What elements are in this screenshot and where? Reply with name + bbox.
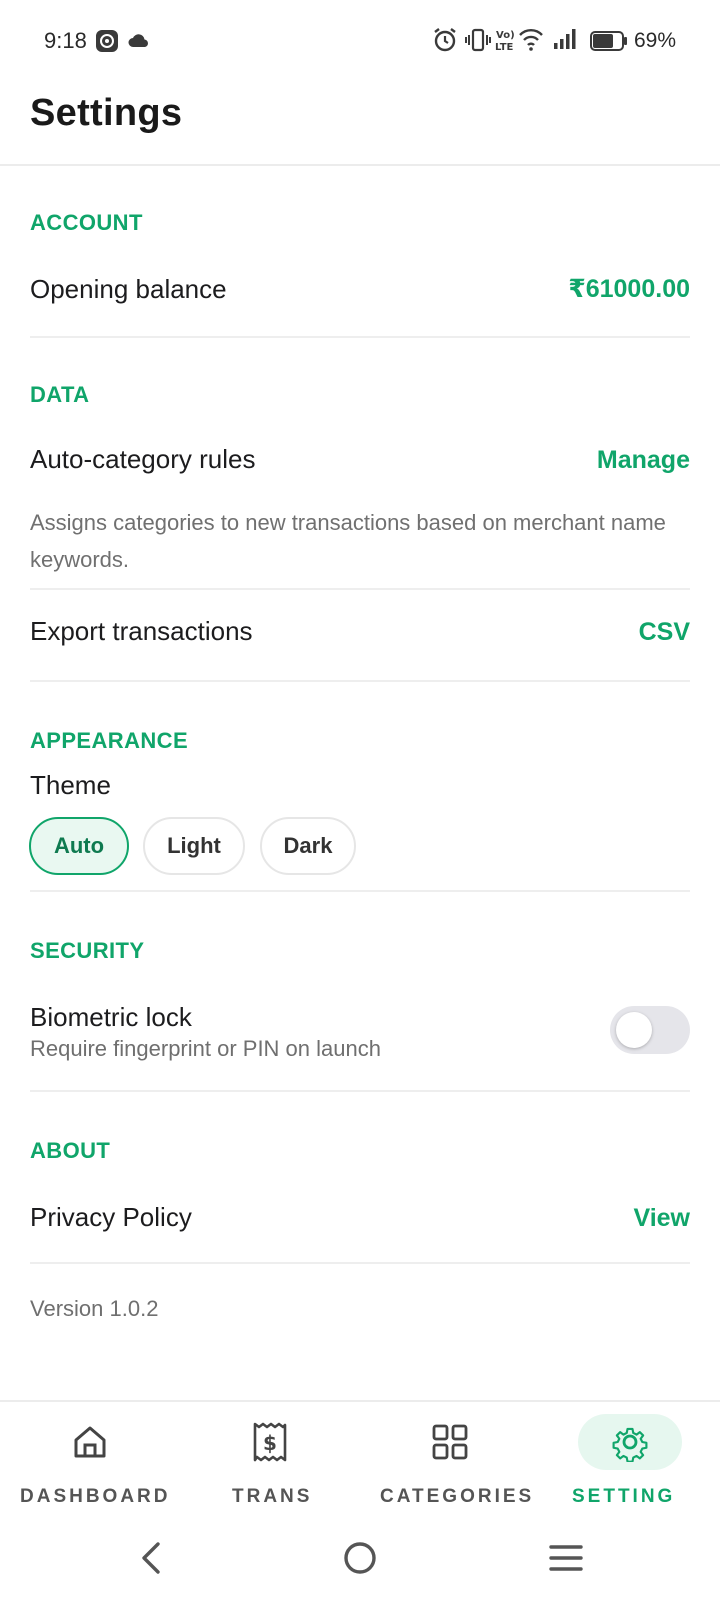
biometric-lock-toggle[interactable] [610,1006,690,1054]
theme-chip-dark[interactable]: Dark [260,817,356,875]
theme-chip-auto[interactable]: Auto [29,817,129,875]
privacy-policy-label: Privacy Policy [30,1202,192,1232]
nav-tab-trans[interactable]: $ TRANS [180,1402,360,1522]
nav-tab-categories[interactable]: CATEGORIES [360,1402,540,1522]
volte-icon: Vo) LTE [494,27,518,58]
toggle-knob [616,1012,652,1048]
nav-tab-setting[interactable]: SETTING [540,1402,720,1522]
nav-label-categories: CATEGORIES [380,1486,535,1507]
opening-balance-row[interactable]: Opening balance ₹61000.00 [0,260,720,336]
receipt-icon: $ [218,1414,322,1470]
biometric-lock-subtitle: Require fingerprint or PIN on launch [30,1036,381,1061]
alarm-icon [432,26,458,59]
opening-balance-label: Opening balance [30,274,227,304]
battery-icon [590,31,628,56]
section-title-account: ACCOUNT [30,210,143,235]
home-circle-icon[interactable] [340,1538,380,1583]
theme-label: Theme [30,770,111,800]
section-title-security: SECURITY [30,938,145,963]
battery-percentage: 69% [634,29,677,52]
app-header: Settings [0,84,720,166]
svg-text:Vo): Vo) [496,30,515,41]
section-title-data: DATA [30,382,90,407]
signal-icon [552,26,578,57]
nav-tab-dashboard[interactable]: DASHBOARD [0,1402,180,1522]
back-icon[interactable] [136,1538,166,1583]
theme-chip-light[interactable]: Light [143,817,245,875]
cloud-icon [128,32,150,53]
manage-rules-button[interactable]: Manage [597,446,690,475]
export-csv-button[interactable]: CSV [639,618,690,647]
vibrate-icon [464,26,492,59]
wifi-icon [518,26,544,57]
opening-balance-value[interactable]: ₹61000.00 [568,274,690,304]
nav-label-dashboard: DASHBOARD [20,1486,171,1507]
privacy-policy-view-button[interactable]: View [633,1204,690,1233]
divider [30,1090,690,1092]
version-text: Version 1.0.2 [30,1296,159,1321]
system-navigation-bar [0,1520,720,1600]
auto-category-description: Assigns categories to new transactions b… [30,510,666,572]
svg-text:$: $ [263,1431,277,1455]
section-title-appearance: APPEARANCE [30,728,189,753]
bottom-navigation: DASHBOARD $ TRANS CATEGORIES SETTING [0,1400,720,1520]
grid-icon [398,1414,502,1470]
biometric-lock-label: Biometric lock [30,1002,192,1032]
divider [30,680,690,682]
nav-label-trans: TRANS [232,1486,313,1507]
recents-menu-icon[interactable] [548,1538,584,1583]
svg-text:LTE: LTE [495,42,514,53]
export-transactions-label: Export transactions [30,616,253,646]
auto-category-label: Auto-category rules [30,444,256,474]
divider [30,336,690,338]
home-icon [38,1414,142,1470]
page-title: Settings [30,92,183,134]
gear-icon [578,1414,682,1470]
section-title-about: ABOUT [30,1138,111,1163]
divider [30,890,690,892]
settings-app-icon [95,29,119,58]
status-time: 9:18 [44,28,87,53]
nav-label-setting: SETTING [572,1486,676,1507]
status-bar: 9:18 Vo) LTE 69% [0,0,720,84]
divider [30,1262,690,1264]
divider [30,588,690,590]
